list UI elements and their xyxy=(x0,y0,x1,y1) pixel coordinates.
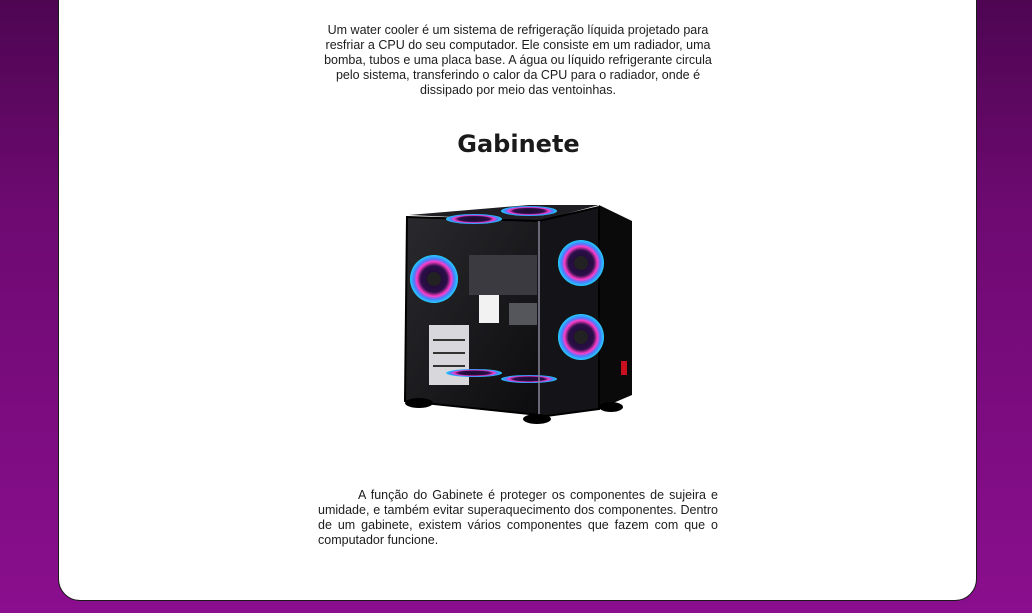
section-title-gabinete: Gabinete xyxy=(457,130,580,158)
water-cooler-description: Um water cooler é um sistema de refriger… xyxy=(324,23,712,97)
pc-case-image xyxy=(403,205,632,424)
gabinete-description: A função do Gabinete é proteger os compo… xyxy=(318,488,718,547)
content-card: Um water cooler é um sistema de refriger… xyxy=(58,0,977,601)
